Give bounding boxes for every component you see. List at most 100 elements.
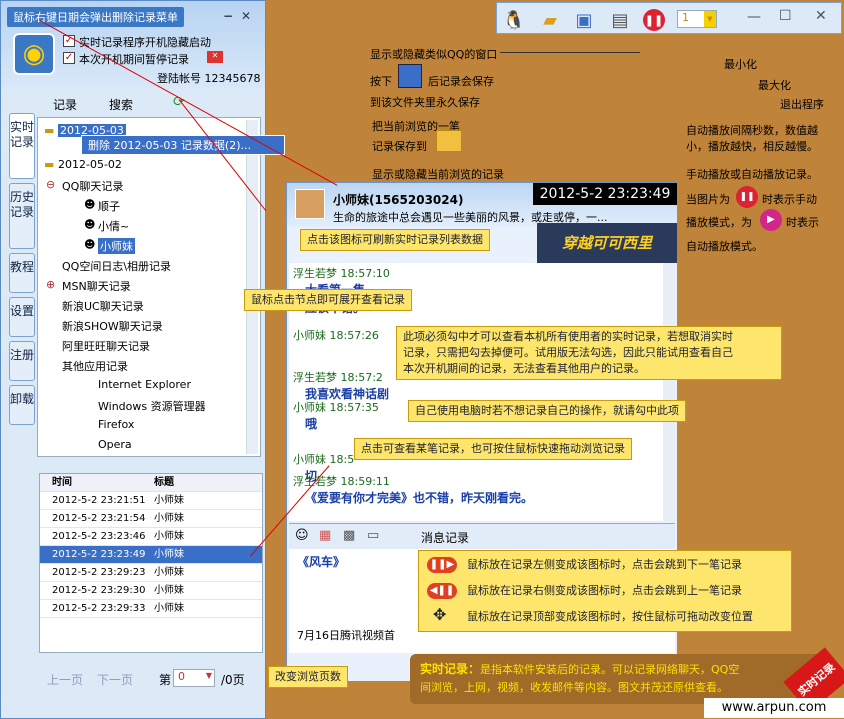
message-header: 小师妹 18:5 [293,453,355,466]
tab-uninstall[interactable]: 卸载 [9,385,35,425]
pause-play-icon[interactable]: ❚❚ [643,9,665,31]
row-time: 2012-5-2 23:23:49 [52,549,146,560]
tree-other-item[interactable]: Opera [98,438,132,451]
label-save-current-b: 记录保存到 [372,140,427,153]
tab-realtime[interactable]: 实时记录 [9,113,35,179]
label-qq-window: 显示或隐藏类似QQ的窗口 [370,48,498,61]
table-row[interactable]: 2012-5-2 23:29:23 小师妹 [40,564,262,582]
label-show-hide: 显示或隐藏当前浏览的记录 [372,168,504,181]
account-label: 登陆帐号 12345678 [157,72,261,85]
tree-other-item[interactable]: Windows 资源管理器 [98,398,206,414]
page-select[interactable]: 0 ▼ [173,669,215,687]
tree-qq-item[interactable]: 小倩~ [98,218,129,234]
note-realtime-line: 此项必须勾中才可以查看本机所有使用者的实时记录，若想取消实时 [403,330,733,343]
table-row[interactable]: 2012-5-2 23:21:51 小师妹 [40,492,262,510]
chevron-down-icon: ▼ [704,11,716,27]
message-scrollbar[interactable] [663,263,675,521]
input-text: 《风车》 [297,555,346,569]
row-title: 小师妹 [154,513,184,524]
tree-aliww[interactable]: 阿里旺旺聊天记录 [62,338,150,354]
expand-icon[interactable]: ⊕ [46,278,55,291]
tree-sina-uc[interactable]: 新浪UC聊天记录 [62,298,144,314]
note-expand: 鼠标点击节点即可展开查看记录 [244,289,412,311]
contact-name: 小师妹(1565203024) [333,193,464,207]
folder-icon[interactable]: ▰ [537,7,563,33]
table-row[interactable]: 2012-5-2 23:21:54 小师妹 [40,510,262,528]
prev-page-button[interactable]: 上一页 [47,671,83,688]
pause-label: 本次开机期间暂停记录 [79,53,189,66]
collapse-icon[interactable]: − [223,9,233,23]
qq-icon[interactable]: 🐧 [501,7,527,33]
tree-other[interactable]: 其他应用记录 [62,358,128,374]
table-row[interactable]: 2012-5-2 23:23:49 小师妹 [40,546,262,564]
avatar-icon: ☻ [84,218,96,231]
message-header: 浮生若梦 18:57:10 [293,267,390,280]
folder-icon: ▬ [44,124,55,137]
page-suffix: /0页 [221,673,245,687]
record-table: 时间 标题 2012-5-2 23:21:51 小师妹 2012-5-2 23:21… [39,473,263,653]
screen-icon[interactable]: ▤ [607,7,633,33]
note-nav-line: 鼠标放在记录左侧变成该图标时，点击会跳到下一笔记录 [467,558,742,571]
table-row[interactable]: 2012-5-2 23:23:46 小师妹 [40,528,262,546]
close-icon[interactable]: ✕ [241,9,251,23]
footer-box: 实时记录：是指本软件安装后的记录。可以记录网络聊天，QQ空 间浏览，上网，视频，… [410,654,828,704]
tab-records[interactable]: 记录 [53,96,77,113]
label-manual-2: 当图片为 [686,193,730,206]
tree-qq[interactable]: QQ聊天记录 [62,178,123,194]
banner-ad[interactable]: 穿越可可西里 [537,223,677,263]
label-minimize: 最小化 [724,58,757,71]
row-title: 小师妹 [154,495,184,506]
table-row[interactable]: 2012-5-2 23:29:33 小师妹 [40,600,262,618]
tree-other-item[interactable]: Firefox [98,418,134,431]
message-text: 哦 [305,417,318,431]
label-save-c: 到该文件夹里永久保存 [370,96,480,109]
tree-other-item[interactable]: Internet Explorer [98,378,191,391]
top-tooltip: 鼠标右键日期会弹出删除记录菜单 [7,7,184,27]
close-icon[interactable]: ✕ [815,8,827,24]
tree-qq-item[interactable]: 小师妹 [98,238,135,254]
tab-search[interactable]: 搜索 [109,96,133,113]
expand-icon[interactable]: ⊖ [46,178,55,191]
tab-settings[interactable]: 设置 [9,297,35,337]
maximize-icon[interactable]: ☐ [779,8,792,24]
move-icon: ✥ [433,605,447,624]
tree-qq-item[interactable]: 顺子 [98,198,120,214]
tree-scrollbar[interactable] [246,120,258,454]
note-click-view: 点击可查看某笔记录，也可按住鼠标快速拖动浏览记录 [354,438,632,460]
folder-icon: ▬ [44,158,55,171]
emoji-icon[interactable]: ☺ [295,528,309,543]
label-manual-4: 播放模式，为 [686,216,752,229]
tree-msn[interactable]: MSN聊天记录 [62,278,131,294]
screenshot-icon[interactable]: ▭ [367,528,379,543]
label-manual-1: 手动播放或自动播放记录。 [686,168,818,181]
row-title: 小师妹 [154,531,184,542]
avatar-icon: ☻ [84,198,96,211]
table-row[interactable]: 2012-5-2 23:29:30 小师妹 [40,582,262,600]
font-icon[interactable]: ▦ [319,528,331,543]
message-history-button[interactable]: 消息记录 [421,529,469,546]
label-manual-6: 自动播放模式。 [686,240,763,253]
tree-date-2[interactable]: 2012-05-02 [58,158,122,171]
record-timestamp: 2012-5-2 23:23:49 [533,183,677,205]
row-time: 2012-5-2 23:21:54 [52,513,146,524]
image-icon[interactable]: ▩ [343,528,355,543]
page-value: 0 [178,670,185,683]
tab-history[interactable]: 历史记录 [9,183,35,249]
tree-qq-space[interactable]: QQ空间日志\相册记录 [62,258,171,274]
label-exit: 退出程序 [780,98,824,111]
message-header: 浮生若梦 18:57:2 [293,371,383,384]
interval-select[interactable]: 1 ▼ [677,10,717,28]
note-nav-line: 鼠标放在记录顶部变成该图标时，按住鼠标可拖动改变位置 [467,610,753,623]
tab-register[interactable]: 注册 [9,341,35,381]
next-page-button[interactable]: 下一页 [97,671,133,688]
tree-sina-show[interactable]: 新浪SHOW聊天记录 [62,318,163,334]
tab-tutorial[interactable]: 教程 [9,253,35,293]
pause-checkbox[interactable]: ✓ [63,52,75,64]
save-icon[interactable]: ▣ [571,7,597,33]
label-maximize: 最大化 [758,79,791,92]
minimize-icon[interactable]: — [747,9,761,25]
note-navigation: ❚❚▶ 鼠标放在记录左侧变成该图标时，点击会跳到下一笔记录 ◀❚❚ 鼠标放在记录… [418,550,792,632]
row-time: 2012-5-2 23:23:46 [52,531,146,542]
column-header[interactable]: 时间 [40,474,150,491]
column-header[interactable]: 标题 [150,474,262,491]
